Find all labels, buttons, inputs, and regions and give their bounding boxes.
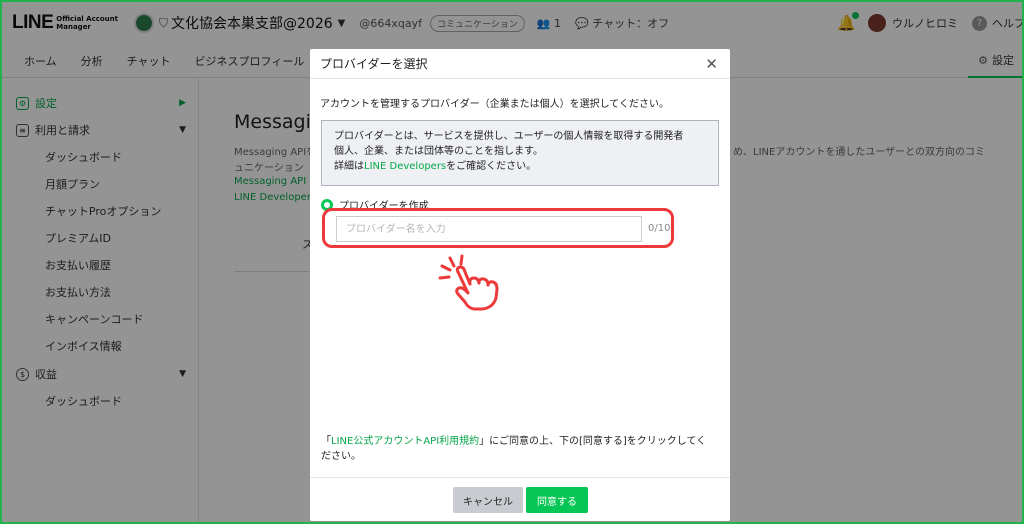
- cancel-button[interactable]: キャンセル: [453, 487, 523, 513]
- dialog-header: プロバイダーを選択: [310, 49, 730, 79]
- terms-prefix: 「: [321, 436, 331, 447]
- info-line-3-prefix: 詳細は: [334, 161, 364, 172]
- screenshot-frame: LINE Official Account Manager ⛉ 文化協会本巣支部…: [0, 0, 1024, 524]
- info-line-2: 個人、企業、または団体等のことを指します。: [334, 146, 543, 157]
- highlight-annotation: [322, 208, 674, 248]
- info-line-3: 詳細はLINE Developersをご確認ください。: [334, 159, 706, 174]
- terms-consent-text: 「LINE公式アカウントAPI利用規約」にご同意の上、下の[同意する]をクリック…: [321, 434, 716, 464]
- terms-link[interactable]: LINE公式アカウントAPI利用規約: [331, 436, 479, 447]
- close-icon[interactable]: ✕: [705, 55, 718, 73]
- info-line-3-suffix: をご確認ください。: [446, 161, 537, 172]
- agree-button[interactable]: 同意する: [526, 487, 588, 513]
- provider-select-dialog: プロバイダーを選択 ✕ アカウントを管理するプロバイダー（企業または個人）を選択…: [310, 49, 730, 521]
- info-box: プロバイダーとは、サービスを提供し、ユーザーの個人情報を取得する開発者 個人、企…: [321, 120, 719, 186]
- tap-hand-icon: [438, 254, 499, 311]
- dialog-title: プロバイダーを選択: [320, 57, 428, 71]
- dialog-footer: キャンセル 同意する: [310, 477, 730, 521]
- info-line-1: プロバイダーとは、サービスを提供し、ユーザーの個人情報を取得する開発者: [334, 131, 684, 142]
- line-developers-link[interactable]: LINE Developers: [364, 161, 446, 172]
- dialog-description: アカウントを管理するプロバイダー（企業または個人）を選択してください。: [320, 99, 669, 110]
